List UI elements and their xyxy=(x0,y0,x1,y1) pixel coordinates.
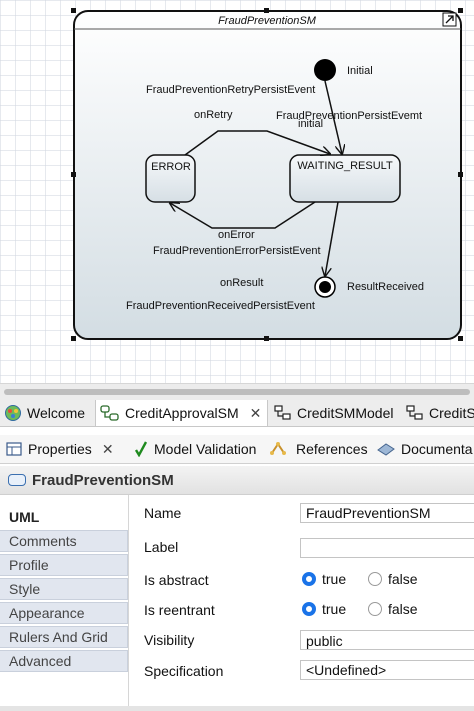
category-advanced[interactable]: Advanced xyxy=(0,650,128,672)
state-waiting-result-label: WAITING_RESULT xyxy=(297,160,393,172)
tab-documentation[interactable]: Documenta xyxy=(377,435,473,463)
tab-welcome[interactable]: Welcome xyxy=(4,400,85,426)
result-event-label: FraudPreventionReceivedPersistEvent xyxy=(126,300,315,312)
visibility-label: Visibility xyxy=(144,632,195,648)
tab-properties-label: Properties xyxy=(28,441,92,457)
name-label: Name xyxy=(144,505,182,521)
tab-creditsmmodel[interactable]: CreditSMModel xyxy=(274,400,393,426)
category-comments[interactable]: Comments xyxy=(0,530,128,552)
tab-model-validation-label: Model Validation xyxy=(154,441,257,457)
check-icon xyxy=(134,441,148,457)
properties-panel: Name FraudPreventionSM Label Is abstract… xyxy=(128,495,474,711)
final-state-label: ResultReceived xyxy=(347,281,424,293)
radio-selected-icon xyxy=(302,572,316,586)
welcome-globe-icon xyxy=(5,405,21,421)
frame-title: FraudPreventionSM xyxy=(218,15,317,27)
tab-references[interactable]: References xyxy=(270,435,368,463)
is-reentrant-label: Is reentrant xyxy=(144,602,215,618)
label-field[interactable] xyxy=(300,538,474,558)
tab-creditsmmodel-label: CreditSMModel xyxy=(297,405,394,421)
persist-trigger-label: initial xyxy=(298,118,323,130)
is-abstract-false-label: false xyxy=(388,571,418,587)
is-abstract-true-label: true xyxy=(322,571,347,587)
selected-element-header: FraudPreventionSM xyxy=(0,466,474,495)
final-state[interactable] xyxy=(314,276,336,298)
initial-pseudostate[interactable] xyxy=(314,59,336,81)
tab-creditapprovalsm[interactable]: CreditApprovalSM ✕ xyxy=(95,400,269,426)
scrollbar-thumb[interactable] xyxy=(4,389,470,395)
is-abstract-true-radio[interactable]: true xyxy=(302,571,346,587)
label-label: Label xyxy=(144,539,179,555)
category-style[interactable]: Style xyxy=(0,578,128,600)
result-trigger-label: onResult xyxy=(220,277,263,289)
tab-credits[interactable]: CreditS xyxy=(406,400,474,426)
visibility-select[interactable]: public xyxy=(300,630,474,650)
radio-unselected-icon xyxy=(368,572,382,586)
view-tab-bar: Properties ✕ Model Validation References… xyxy=(0,435,474,464)
name-field[interactable]: FraudPreventionSM xyxy=(300,503,474,523)
radio-selected-icon xyxy=(302,602,316,616)
close-icon[interactable]: ✕ xyxy=(102,441,114,458)
tab-documentation-label: Documenta xyxy=(401,441,473,457)
close-icon[interactable]: ✕ xyxy=(250,405,262,422)
tab-model-validation[interactable]: Model Validation xyxy=(134,435,256,463)
model-icon xyxy=(406,405,423,420)
state-machine-diagram: FraudPreventionSM Initial ERROR WAITING_… xyxy=(71,8,463,341)
retry-trigger-label: onRetry xyxy=(194,109,233,121)
state-machine-element-icon xyxy=(8,474,26,486)
tab-credits-label: CreditS xyxy=(429,405,474,421)
radio-unselected-icon xyxy=(368,602,382,616)
specification-field[interactable]: <Undefined> xyxy=(300,660,474,680)
selected-element-title: FraudPreventionSM xyxy=(32,471,174,489)
is-abstract-label: Is abstract xyxy=(144,572,209,588)
references-icon xyxy=(270,442,286,455)
initial-label: Initial xyxy=(347,65,373,77)
tab-welcome-label: Welcome xyxy=(27,405,86,421)
documentation-icon xyxy=(377,443,395,456)
state-error-label: ERROR xyxy=(151,161,191,173)
category-profile[interactable]: Profile xyxy=(0,554,128,576)
state-machine-icon xyxy=(100,405,119,421)
retry-event-label: FraudPreventionRetryPersistEvent xyxy=(146,84,315,96)
tab-references-label: References xyxy=(296,441,368,457)
is-reentrant-true-label: true xyxy=(322,601,347,617)
specification-label: Specification xyxy=(144,663,224,679)
model-icon xyxy=(274,405,291,420)
canvas-horizontal-scrollbar[interactable] xyxy=(0,383,474,400)
expand-icon[interactable] xyxy=(442,12,457,27)
editor-tab-bar: Welcome CreditApprovalSM ✕ CreditSMModel… xyxy=(0,400,474,427)
tab-creditapprovalsm-label: CreditApprovalSM xyxy=(125,405,239,421)
error-event-label: FraudPreventionErrorPersistEvent xyxy=(153,245,321,257)
properties-icon xyxy=(6,442,22,456)
diagram-canvas[interactable]: FraudPreventionSM Initial ERROR WAITING_… xyxy=(0,0,474,383)
is-reentrant-true-radio[interactable]: true xyxy=(302,601,346,617)
property-categories: UML Comments Profile Style Appearance Ru… xyxy=(0,506,128,674)
panel-horizontal-scrollbar[interactable] xyxy=(0,706,474,711)
tab-properties[interactable]: Properties ✕ xyxy=(6,435,114,463)
is-reentrant-false-label: false xyxy=(388,601,418,617)
is-reentrant-false-radio[interactable]: false xyxy=(368,601,418,617)
category-appearance[interactable]: Appearance xyxy=(0,602,128,624)
is-abstract-false-radio[interactable]: false xyxy=(368,571,418,587)
category-rulers-and-grid[interactable]: Rulers And Grid xyxy=(0,626,128,648)
error-trigger-label: onError xyxy=(218,229,255,241)
category-uml[interactable]: UML xyxy=(0,506,128,528)
